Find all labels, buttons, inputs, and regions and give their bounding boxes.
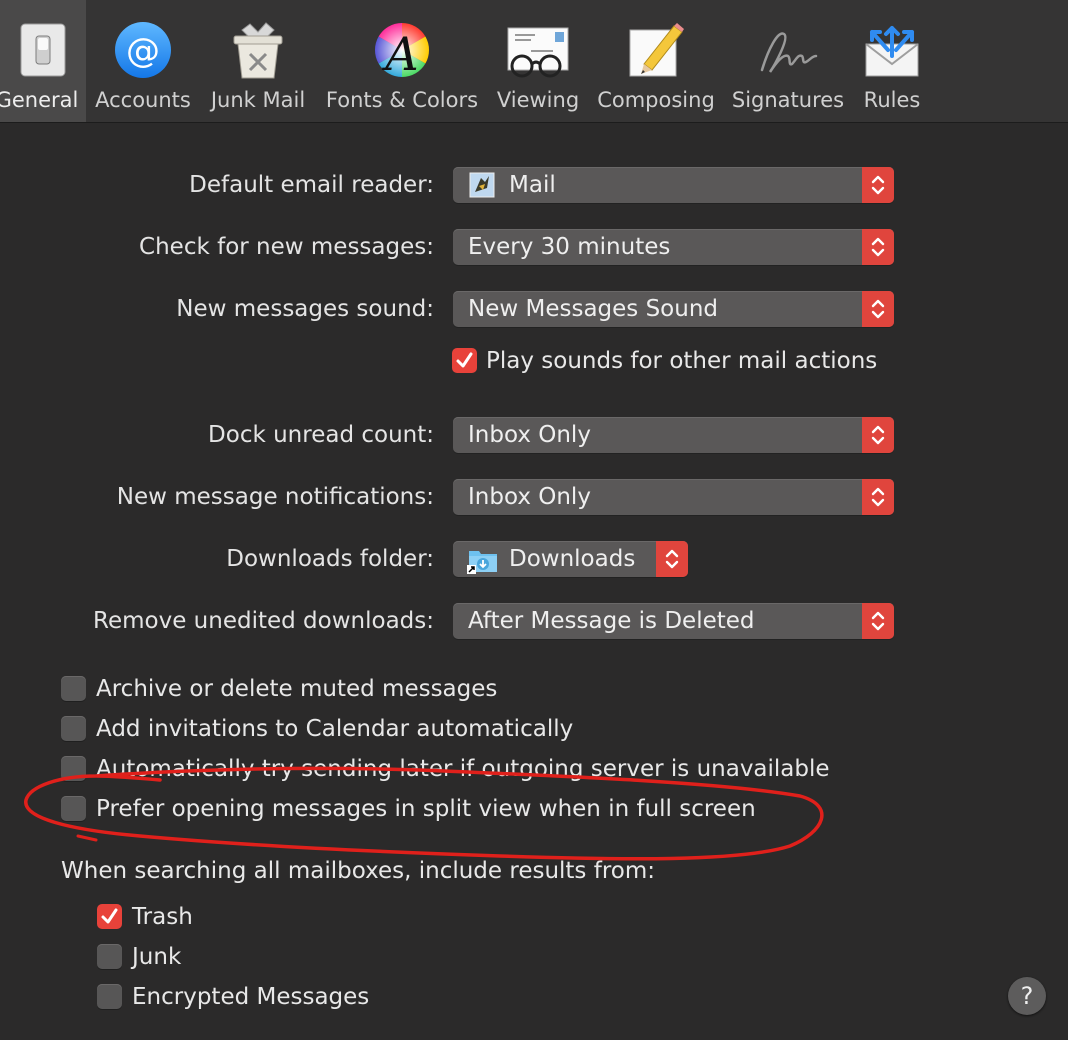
archive-muted-label[interactable]: Archive or delete muted messages — [96, 674, 497, 704]
downloads-folder-value: Downloads — [509, 546, 636, 572]
split-view-checkbox[interactable] — [61, 796, 86, 821]
tab-label: Junk Mail — [210, 88, 306, 112]
dock-unread-popup[interactable]: Inbox Only — [453, 417, 894, 453]
signature-icon — [758, 20, 818, 80]
dock-unread-value: Inbox Only — [468, 422, 591, 448]
color-wheel-font-icon: A — [372, 20, 432, 81]
tab-label: Composing — [597, 88, 715, 112]
play-sounds-checkbox[interactable] — [452, 348, 477, 373]
send-later-checkbox[interactable] — [61, 756, 86, 781]
tab-label: Viewing — [496, 88, 580, 112]
tab-fonts-colors[interactable]: A Fonts & Colors — [322, 0, 482, 122]
notifications-label: New message notifications: — [116, 484, 434, 510]
check-new-label: Check for new messages: — [139, 234, 434, 260]
dock-unread-label: Dock unread count: — [208, 422, 434, 448]
svg-text:A: A — [381, 27, 418, 80]
envelope-arrows-icon — [862, 20, 922, 80]
add-invitations-label[interactable]: Add invitations to Calendar automaticall… — [96, 714, 573, 744]
search-trash-checkbox[interactable] — [97, 904, 122, 929]
at-sign-icon: @ — [113, 20, 173, 80]
archive-muted-checkbox[interactable] — [61, 676, 86, 701]
tab-label: Signatures — [731, 88, 845, 112]
preferences-toolbar: General @ Accounts Junk Mail A Fonts & C… — [0, 0, 1068, 123]
search-encrypted-checkbox[interactable] — [97, 984, 122, 1009]
svg-text:@: @ — [126, 31, 160, 71]
tab-junk-mail[interactable]: Junk Mail — [204, 0, 312, 122]
remove-downloads-label: Remove unedited downloads: — [93, 608, 434, 634]
add-invitations-checkbox[interactable] — [61, 716, 86, 741]
new-sound-value: New Messages Sound — [468, 296, 719, 322]
tab-label: Fonts & Colors — [325, 88, 479, 112]
junk-bin-icon — [228, 20, 288, 80]
default-reader-label: Default email reader: — [189, 172, 434, 198]
popup-stepper-icon — [656, 541, 688, 577]
tab-general[interactable]: General — [0, 0, 86, 122]
mail-app-icon — [469, 172, 495, 198]
search-junk-label[interactable]: Junk — [132, 942, 181, 972]
new-sound-label: New messages sound: — [176, 296, 434, 322]
glasses-letter-icon — [505, 20, 571, 80]
search-trash-label[interactable]: Trash — [132, 902, 193, 932]
tab-label: Accounts — [95, 88, 191, 112]
notifications-value: Inbox Only — [468, 484, 591, 510]
default-reader-value: Mail — [509, 172, 556, 198]
tab-viewing[interactable]: Viewing — [494, 0, 582, 122]
tab-accounts[interactable]: @ Accounts — [90, 0, 196, 122]
search-junk-checkbox[interactable] — [97, 944, 122, 969]
search-encrypted-label[interactable]: Encrypted Messages — [132, 982, 369, 1012]
pencil-paper-icon — [626, 20, 686, 80]
downloads-folder-icon — [467, 545, 499, 575]
tab-label: General — [0, 88, 79, 112]
downloads-folder-popup[interactable]: Downloads — [453, 541, 688, 577]
general-switch-icon — [13, 20, 73, 80]
remove-downloads-popup[interactable]: After Message is Deleted — [453, 603, 894, 639]
tab-label: Rules — [863, 88, 921, 112]
tab-rules[interactable]: Rules — [858, 0, 926, 122]
split-view-label[interactable]: Prefer opening messages in split view wh… — [96, 794, 756, 824]
tab-composing[interactable]: Composing — [594, 0, 718, 122]
default-reader-popup[interactable]: Mail — [453, 167, 894, 203]
send-later-label[interactable]: Automatically try sending later if outgo… — [96, 754, 830, 784]
new-sound-popup[interactable]: New Messages Sound — [453, 291, 894, 327]
tab-signatures[interactable]: Signatures — [728, 0, 848, 122]
check-new-value: Every 30 minutes — [468, 234, 671, 260]
popup-stepper-icon — [862, 479, 894, 515]
downloads-folder-label: Downloads folder: — [226, 546, 434, 572]
popup-stepper-icon — [862, 291, 894, 327]
popup-stepper-icon — [862, 167, 894, 203]
remove-downloads-value: After Message is Deleted — [468, 608, 755, 634]
popup-stepper-icon — [862, 417, 894, 453]
popup-stepper-icon — [862, 229, 894, 265]
check-new-popup[interactable]: Every 30 minutes — [453, 229, 894, 265]
search-heading: When searching all mailboxes, include re… — [61, 858, 656, 884]
play-sounds-label[interactable]: Play sounds for other mail actions — [486, 346, 877, 376]
notifications-popup[interactable]: Inbox Only — [453, 479, 894, 515]
help-button[interactable]: ? — [1008, 977, 1046, 1015]
popup-stepper-icon — [862, 603, 894, 639]
